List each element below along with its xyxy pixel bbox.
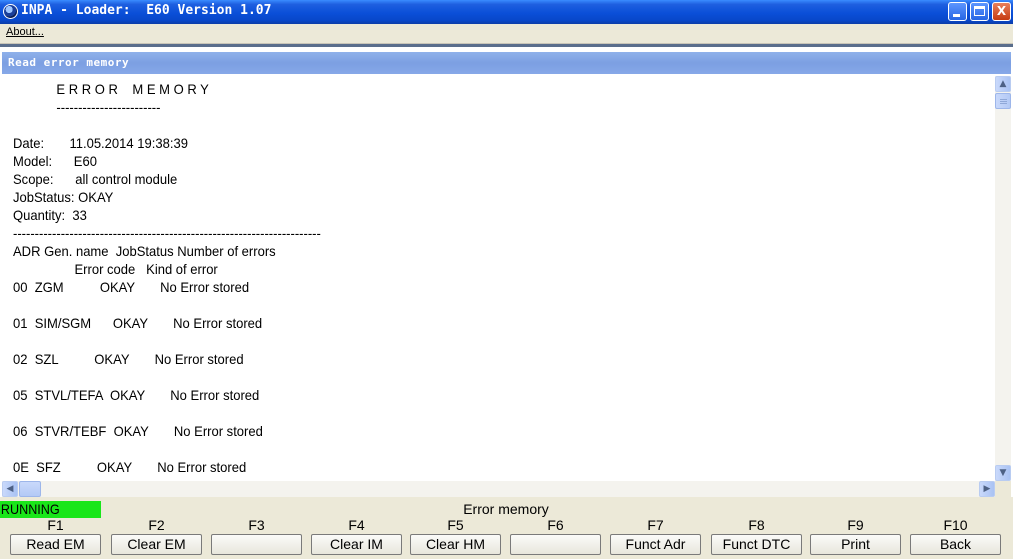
horizontal-scroll-thumb[interactable]	[19, 481, 41, 497]
fkey-f7: F7 Funct Adr	[610, 517, 701, 559]
clear-im-button[interactable]: Clear IM	[311, 534, 402, 555]
window-title: INPA - Loader: E60 Version 1.07	[21, 3, 272, 18]
fkey-label: F5	[447, 517, 464, 533]
report-line: 00 ZGM OKAY No Error stored	[13, 279, 250, 295]
report-line	[13, 116, 321, 134]
f6-button[interactable]	[510, 534, 601, 555]
menu-about[interactable]: About...	[6, 26, 44, 38]
fkey-f6: F6	[510, 517, 601, 559]
scroll-right-button[interactable]: ▶	[979, 481, 995, 497]
menu-bar: About...	[0, 24, 1013, 44]
report-line: ADR Gen. name JobStatus Number of errors	[13, 243, 276, 259]
minimize-icon	[953, 14, 960, 17]
fkey-f3: F3	[211, 517, 302, 559]
report-line: 06 STVR/TEBF OKAY No Error stored	[13, 423, 263, 439]
report-line: 02 SZL OKAY No Error stored	[13, 351, 244, 367]
fkey-f1: F1 Read EM	[10, 517, 101, 559]
scroll-left-button[interactable]: ◀	[2, 481, 18, 497]
clear-em-button[interactable]: Clear EM	[111, 534, 202, 555]
report-line: E R R O R M E M O R Y	[13, 81, 209, 97]
report-line: Date: 11.05.2014 19:38:39	[13, 135, 188, 151]
report-line: JobStatus: OKAY	[13, 189, 114, 205]
fkey-label: F9	[847, 517, 864, 533]
report-line: 0E SFZ OKAY No Error stored	[13, 459, 247, 475]
fkey-label: F3	[248, 517, 265, 533]
f3-button[interactable]	[211, 534, 302, 555]
report-line: ----------------------------------------…	[13, 225, 321, 241]
report-line: Model: E60	[13, 153, 97, 169]
bmw-logo-icon	[3, 4, 18, 19]
maximize-icon	[974, 6, 985, 16]
report-line: 05 STVL/TEFA OKAY No Error stored	[13, 387, 260, 403]
fkey-label: F2	[148, 517, 165, 533]
print-button[interactable]: Print	[810, 534, 901, 555]
panel-title: Read error memory	[8, 56, 130, 69]
fkey-f2: F2 Clear EM	[111, 517, 202, 559]
vertical-scroll-thumb[interactable]	[995, 93, 1011, 109]
report-window: Read error memory E R R O R M E M O R Y …	[0, 47, 1013, 497]
minimize-button[interactable]	[948, 2, 967, 21]
report-line: ------------------------	[13, 99, 161, 115]
report-line: Quantity: 33	[13, 207, 87, 223]
clear-hm-button[interactable]: Clear HM	[410, 534, 501, 555]
close-icon: X	[996, 4, 1007, 18]
fkey-f4: F4 Clear IM	[311, 517, 402, 559]
fkey-f5: F5 Clear HM	[410, 517, 501, 559]
scroll-down-button[interactable]: ▼	[995, 465, 1011, 481]
funct-dtc-button[interactable]: Funct DTC	[711, 534, 802, 555]
back-button[interactable]: Back	[910, 534, 1001, 555]
report-text: E R R O R M E M O R Y ------------------…	[13, 80, 321, 476]
window-title-bar[interactable]: INPA - Loader: E60 Version 1.07 X	[0, 0, 1013, 24]
fkey-label: F7	[647, 517, 664, 533]
report-line: Scope: all control module	[13, 171, 178, 187]
report-line	[13, 368, 321, 386]
fkey-label: F8	[748, 517, 765, 533]
close-button[interactable]: X	[992, 2, 1011, 21]
report-line	[13, 404, 321, 422]
fkey-f9: F9 Print	[810, 517, 901, 559]
report-line: 01 SIM/SGM OKAY No Error stored	[13, 315, 263, 331]
fkey-label: F6	[547, 517, 564, 533]
report-line: Error code Kind of error	[13, 261, 218, 277]
report-line	[13, 440, 321, 458]
scrollbar-corner	[995, 481, 1011, 497]
fkey-label: F1	[47, 517, 64, 533]
read-em-button[interactable]: Read EM	[10, 534, 101, 555]
report-line	[13, 296, 321, 314]
report-line	[13, 332, 321, 350]
panel-title-bar: Read error memory	[2, 52, 1011, 74]
running-status-indicator: RUNNING	[0, 501, 101, 518]
fkey-label: F10	[943, 517, 968, 533]
scroll-up-button[interactable]: ▲	[995, 76, 1011, 92]
vertical-scrollbar[interactable]: ▲ ▼	[995, 76, 1011, 481]
fkey-f8: F8 Funct DTC	[711, 517, 802, 559]
horizontal-scrollbar[interactable]: ◀ ▶	[2, 481, 995, 497]
fkey-f10: F10 Back	[910, 517, 1001, 559]
status-mode-text: Error memory	[463, 501, 549, 517]
report-text-area[interactable]: E R R O R M E M O R Y ------------------…	[2, 76, 995, 481]
function-key-bar: F1 Read EM F2 Clear EM F3 F4 Clear IM F5…	[0, 517, 1013, 559]
funct-adr-button[interactable]: Funct Adr	[610, 534, 701, 555]
fkey-label: F4	[348, 517, 365, 533]
maximize-button[interactable]	[970, 2, 989, 21]
status-bar: RUNNING Error memory	[0, 500, 1013, 518]
